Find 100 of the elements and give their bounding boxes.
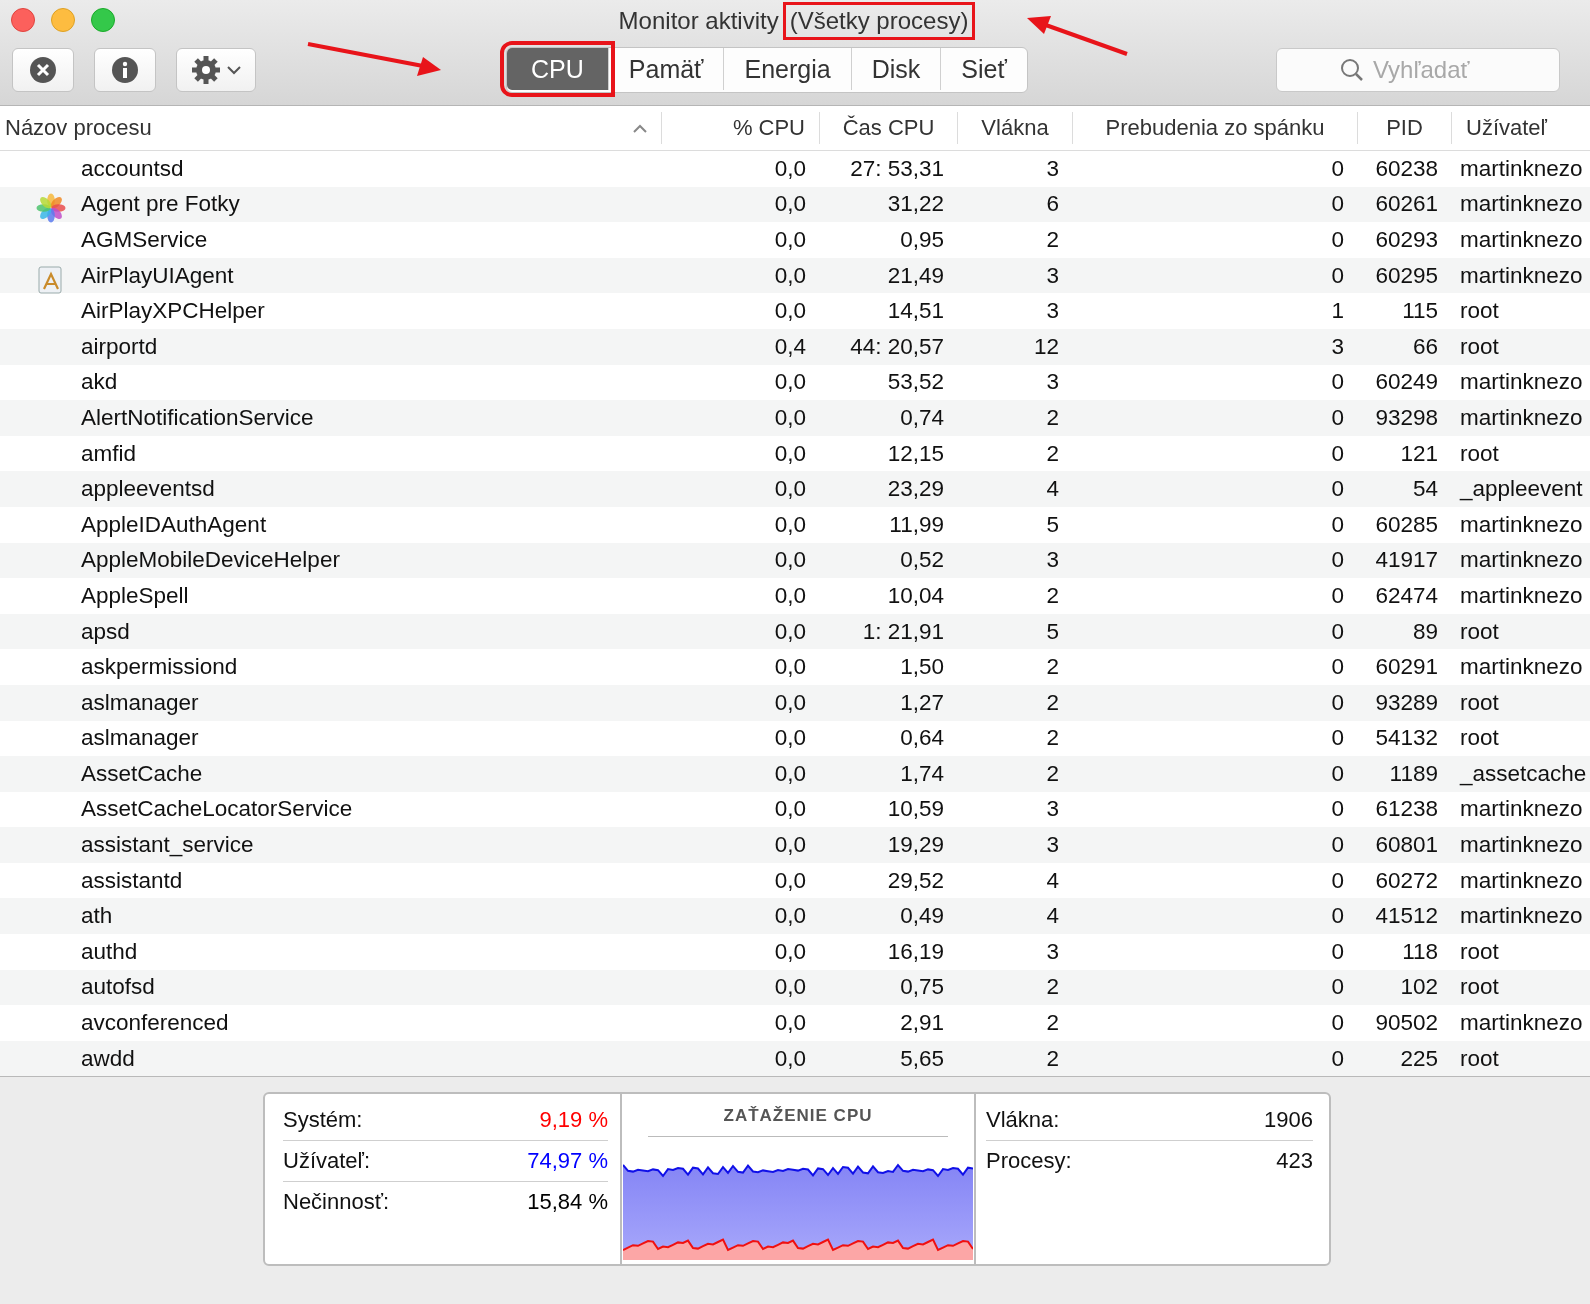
process-name[interactable]: apsd	[81, 618, 130, 645]
tab[interactable]: Sieť	[940, 48, 1027, 90]
table-cell-text: 41917	[1374, 547, 1439, 574]
process-name[interactable]: AssetCache	[81, 760, 203, 787]
process-name[interactable]: AirPlayXPCHelper	[81, 298, 265, 325]
table-cell-text: 0,0	[773, 654, 807, 681]
process-name[interactable]: AppleMobileDeviceHelper	[81, 547, 340, 574]
table-cell-text: 66	[1411, 333, 1439, 360]
table-cell-text: 60293	[1374, 227, 1439, 253]
column-header[interactable]: Čas CPU	[820, 112, 958, 144]
process-name[interactable]: AppleSpell	[81, 582, 189, 609]
tab[interactable]: Energia	[723, 48, 851, 90]
process-name[interactable]: awdd	[81, 1045, 135, 1072]
caret-icon	[227, 65, 241, 75]
process-name[interactable]: AssetCacheLocatorService	[81, 796, 353, 823]
table-cell-text: martinknezo	[1459, 191, 1584, 218]
table-cell-text: 0,0	[773, 725, 807, 752]
search-field[interactable]: Vyhľadať	[1276, 48, 1560, 92]
table-cell-text: martinknezo	[1459, 796, 1584, 823]
process-name[interactable]: assistant_service	[81, 832, 254, 859]
table-cell-text: 0,0	[773, 369, 807, 396]
table-cell-text: martinknezo	[1459, 262, 1584, 289]
table-cell-text: 2	[1045, 404, 1060, 431]
process-name[interactable]: AppleIDAuthAgent	[81, 511, 267, 538]
table-cell-text: 0,0	[773, 796, 807, 823]
process-name[interactable]: AGMService	[81, 227, 208, 253]
table-cell-text: 60249	[1374, 369, 1439, 396]
table-cell-text: 3	[1045, 796, 1060, 823]
process-name[interactable]: accountsd	[81, 155, 184, 182]
table-cell-text: martinknezo	[1459, 369, 1584, 396]
info-button[interactable]	[94, 48, 156, 92]
table-cell-text: 44: 20,57	[849, 333, 945, 360]
table-cell-text: 89	[1411, 618, 1439, 645]
stat-label: Procesy:	[986, 1148, 1072, 1174]
process-name[interactable]: avconferenced	[81, 1010, 229, 1037]
table-cell-text: 10,59	[886, 796, 945, 823]
flower-icon	[36, 193, 66, 224]
table-cell-text: 93289	[1374, 689, 1439, 716]
table-cell-text: martinknezo	[1459, 903, 1584, 930]
table-cell-text: 0,0	[773, 618, 807, 645]
stat-label: Užívateľ:	[283, 1148, 371, 1174]
table-cell-text: 31,22	[886, 191, 945, 218]
column-header[interactable]: PID	[1358, 112, 1452, 144]
table-cell-text: 0,0	[773, 155, 807, 182]
table-cell-text: 0,0	[773, 404, 807, 431]
stop-process-button[interactable]	[12, 48, 74, 92]
process-name[interactable]: AlertNotificationService	[81, 404, 314, 431]
table-cell-text: 2	[1045, 725, 1060, 752]
process-name[interactable]: ath	[81, 903, 113, 930]
table-cell-text: 90502	[1374, 1010, 1439, 1037]
table-cell-text: 0	[1330, 796, 1345, 823]
process-name[interactable]: autofsd	[81, 974, 155, 1001]
settings-button[interactable]	[176, 48, 256, 92]
table-cell-text: 0,0	[773, 227, 807, 253]
tab[interactable]: Disk	[850, 48, 941, 90]
column-header[interactable]: Užívateľ	[1452, 112, 1590, 144]
process-name[interactable]: airportd	[81, 333, 158, 360]
table-cell-text: root	[1459, 618, 1500, 645]
process-name[interactable]: akd	[81, 369, 118, 396]
table-cell-text: 14,51	[886, 298, 945, 325]
process-name[interactable]: AirPlayUIAgent	[81, 262, 234, 289]
table-cell-text: 0,52	[899, 547, 945, 574]
table-cell-text: 0,0	[773, 298, 807, 325]
process-name[interactable]: amfid	[81, 440, 137, 467]
process-name[interactable]: aslmanager	[81, 689, 199, 716]
column-header[interactable]: % CPU	[662, 112, 820, 144]
column-header[interactable]: Prebudenia zo spánku	[1073, 112, 1358, 144]
process-name[interactable]: Agent pre Fotky	[81, 191, 240, 218]
table-cell-text: martinknezo	[1459, 227, 1584, 253]
table-cell-text: 0,95	[899, 227, 945, 253]
table-cell-text: 3	[1045, 938, 1060, 965]
table-cell-text: 2	[1045, 974, 1060, 1001]
table-cell-text: 0	[1330, 1045, 1345, 1072]
table-cell-text: 29,52	[886, 867, 945, 894]
process-name[interactable]: aslmanager	[81, 725, 199, 752]
process-name[interactable]: authd	[81, 938, 138, 965]
stat-value: 9,19 %	[539, 1107, 608, 1133]
table-cell-text: 1,74	[899, 760, 945, 787]
process-name[interactable]: askpermissiond	[81, 654, 238, 681]
table-cell-text: 0,74	[899, 404, 945, 431]
table-cell-text: 11,99	[888, 511, 945, 538]
table-cell-text: 0	[1330, 938, 1345, 965]
tab[interactable]: Pamäť	[607, 48, 724, 90]
table-cell-text: 2	[1045, 582, 1060, 609]
table-cell-text: 0	[1330, 903, 1345, 930]
table-cell-text: 0	[1330, 582, 1345, 609]
table-cell-text: 0	[1330, 262, 1345, 289]
table-cell-text: 3	[1045, 298, 1060, 325]
table-cell-text: 225	[1399, 1045, 1439, 1072]
table-cell-text: 41512	[1374, 903, 1439, 930]
stat-label: Systém:	[283, 1107, 363, 1133]
process-name[interactable]: assistantd	[81, 867, 183, 894]
close-window-button[interactable]	[11, 8, 35, 32]
table-cell-text: root	[1459, 974, 1500, 1001]
info-icon	[111, 56, 139, 84]
process-name[interactable]: appleeventsd	[81, 476, 215, 503]
table-cell-text: 0	[1330, 511, 1345, 538]
column-header[interactable]: Názov procesu	[0, 112, 662, 144]
column-header[interactable]: Vlákna	[958, 112, 1073, 144]
table-cell-text: 121	[1399, 440, 1439, 467]
